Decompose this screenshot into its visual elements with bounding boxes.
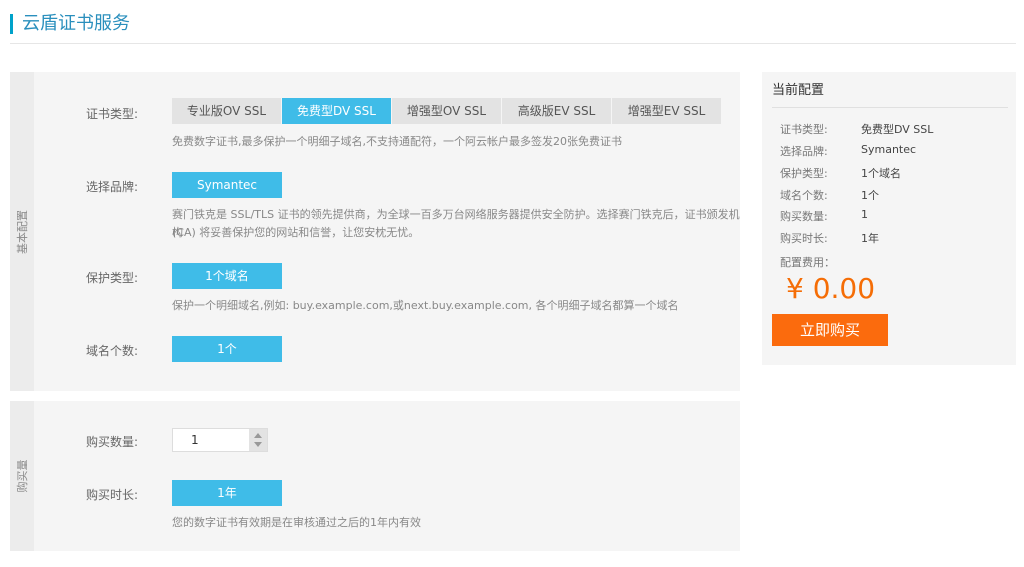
basic-config-side-label: 基本配置 bbox=[10, 72, 34, 391]
tab-advanced-ev-ssl[interactable]: 高级版EV SSL bbox=[502, 98, 612, 124]
protect-type-desc: 保护一个明细域名,例如: buy.example.com,或next.buy.e… bbox=[172, 299, 679, 312]
title-accent-bar bbox=[10, 14, 13, 34]
quantity-stepper[interactable]: 1 bbox=[172, 428, 268, 452]
page-title: 云盾证书服务 bbox=[22, 13, 130, 34]
tab-enhanced-ov-ssl[interactable]: 增强型OV SSL bbox=[392, 98, 502, 124]
domain-count-button[interactable]: 1个 bbox=[172, 336, 282, 362]
fee-label: 配置费用： bbox=[780, 256, 835, 269]
duration-label: 购买时长: bbox=[86, 488, 139, 502]
increment-icon[interactable] bbox=[254, 433, 262, 438]
protect-type-label: 保护类型: bbox=[86, 271, 139, 285]
cert-type-label: 证书类型: bbox=[86, 107, 139, 121]
price-value: ¥ 0.00 bbox=[786, 272, 876, 305]
tab-enhanced-ev-ssl[interactable]: 增强型EV SSL bbox=[612, 98, 722, 124]
purchase-panel: 购买量 购买数量: 1 购买时长: 1年 您的数字证书有效期是在审核通过之后的1… bbox=[10, 401, 740, 551]
summary-title: 当前配置 bbox=[772, 72, 1008, 108]
brand-symantec-button[interactable]: Symantec bbox=[172, 172, 282, 198]
brand-label: 选择品牌: bbox=[86, 180, 139, 194]
tab-pro-ov-ssl[interactable]: 专业版OV SSL bbox=[172, 98, 282, 124]
purchase-body: 购买数量: 1 购买时长: 1年 您的数字证书有效期是在审核通过之后的1年内有效 bbox=[34, 401, 740, 551]
basic-config-panel: 基本配置 证书类型: 专业版OV SSL 免费型DV SSL 增强型OV SSL… bbox=[10, 72, 740, 391]
protect-one-domain-button[interactable]: 1个域名 bbox=[172, 263, 282, 289]
tab-free-dv-ssl[interactable]: 免费型DV SSL bbox=[282, 98, 392, 124]
duration-one-year-button[interactable]: 1年 bbox=[172, 480, 282, 506]
purchase-side-label: 购买量 bbox=[10, 401, 34, 551]
brand-desc-line2: (CA) 将妥善保护您的网站和信誉，让您安枕无忧。 bbox=[172, 226, 420, 239]
current-config-summary: 当前配置 证书类型: 免费型DV SSL 选择品牌: Symantec 保护类型… bbox=[762, 72, 1016, 365]
cert-type-desc: 免费数字证书,最多保护一个明细子域名,不支持通配符，一个阿云帐户最多签发20张免… bbox=[172, 135, 622, 148]
buy-now-button[interactable]: 立即购买 bbox=[772, 314, 888, 346]
domain-count-label: 域名个数: bbox=[86, 344, 139, 358]
quantity-arrows bbox=[249, 429, 267, 451]
decrement-icon[interactable] bbox=[254, 442, 262, 447]
quantity-value[interactable]: 1 bbox=[191, 429, 199, 451]
quantity-label: 购买数量: bbox=[86, 435, 139, 449]
basic-config-body: 证书类型: 专业版OV SSL 免费型DV SSL 增强型OV SSL 高级版E… bbox=[34, 72, 740, 391]
duration-desc: 您的数字证书有效期是在审核通过之后的1年内有效 bbox=[172, 516, 421, 529]
page-header: 云盾证书服务 bbox=[10, 12, 1016, 44]
cert-type-tabs: 专业版OV SSL 免费型DV SSL 增强型OV SSL 高级版EV SSL … bbox=[172, 98, 722, 124]
